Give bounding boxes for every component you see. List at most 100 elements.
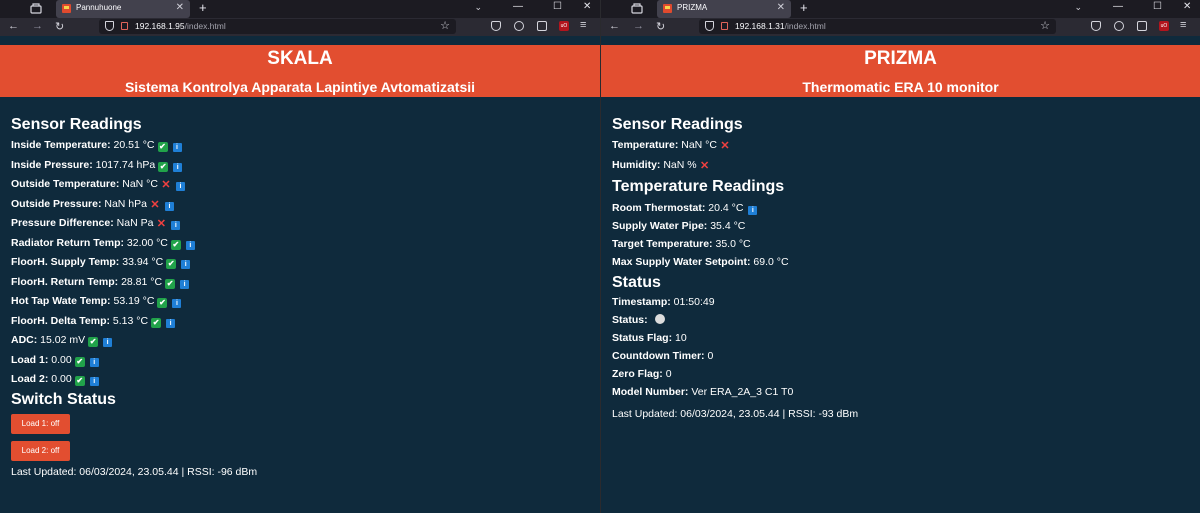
menu-icon[interactable]: ≡ <box>1180 19 1190 31</box>
status-row: Model Number: Ver ERA_2A_3 C1 T0 <box>612 385 793 399</box>
reading-value: 0 <box>707 350 714 362</box>
insecure-lock-icon[interactable] <box>721 22 728 30</box>
pocket-icon[interactable] <box>491 21 501 31</box>
status-row: Countdown Timer: 0 <box>612 349 713 363</box>
close-tab-icon[interactable]: ✕ <box>176 2 184 13</box>
tracking-shield-icon[interactable] <box>105 21 114 31</box>
list-tabs-icon[interactable]: ⌄ <box>1074 2 1082 13</box>
tab-strip: Pannuhuone ✕ + ⌄ — ☐ ✕ <box>0 0 600 18</box>
url-text[interactable]: 192.168.1.95/index.html <box>135 21 226 31</box>
error-x-icon: ✕ <box>156 218 167 230</box>
info-icon[interactable]: i <box>164 201 174 211</box>
load-1-button[interactable]: Load 1: off <box>11 414 70 434</box>
page-title: SKALA <box>267 48 333 69</box>
reading-value: 20.51 °C <box>113 139 155 151</box>
reading-label: Inside Temperature: <box>11 139 111 151</box>
tab-overview-icon[interactable] <box>30 3 42 14</box>
reading-value: 1017.74 hPa <box>95 158 156 171</box>
pocket-icon[interactable] <box>1091 21 1101 31</box>
info-icon[interactable]: i <box>180 279 190 289</box>
back-icon[interactable]: ← <box>8 20 19 32</box>
info-icon[interactable]: i <box>172 143 182 152</box>
switch-status-heading: Switch Status <box>11 391 116 408</box>
favicon-icon <box>62 4 71 13</box>
reading-value: 32.00 °C <box>126 236 168 249</box>
reload-icon[interactable]: ↻ <box>656 20 665 33</box>
check-icon: ✔ <box>88 337 99 347</box>
minimize-icon[interactable]: — <box>1113 1 1123 12</box>
reading-value: 01:50:49 <box>673 296 715 308</box>
tab-prizma[interactable]: PRIZMA ✕ <box>657 0 791 18</box>
account-icon[interactable] <box>1114 21 1124 31</box>
browser-window-left: Pannuhuone ✕ + ⌄ — ☐ ✕ ← → ↻ 192.168.1.9… <box>0 0 600 513</box>
sensor-row: Radiator Return Temp: 32.00 °C ✔ i <box>11 236 195 250</box>
reading-label: Temperature: <box>612 139 679 151</box>
load-2-button[interactable]: Load 2: off <box>11 441 70 461</box>
check-icon: ✔ <box>165 278 176 289</box>
url-bar[interactable]: 192.168.1.95/index.html ☆ <box>99 19 456 34</box>
reading-value: 10 <box>675 332 687 344</box>
close-window-icon[interactable]: ✕ <box>1183 1 1191 12</box>
info-icon[interactable]: i <box>103 338 113 347</box>
reading-value: 35.4 °C <box>710 220 746 232</box>
reload-icon[interactable]: ↻ <box>55 20 64 33</box>
tab-strip: PRIZMA ✕ + ⌄ — ☐ ✕ <box>601 0 1200 18</box>
reading-value: 33.94 °C <box>122 256 164 268</box>
info-icon[interactable]: i <box>173 162 183 172</box>
extensions-icon[interactable] <box>537 21 547 31</box>
forward-icon[interactable]: → <box>633 20 644 32</box>
tracking-shield-icon[interactable] <box>705 21 714 31</box>
reading-value: NaN °C <box>681 139 717 151</box>
temperature-readings-heading: Temperature Readings <box>612 178 785 195</box>
info-icon[interactable]: i <box>171 221 181 230</box>
bookmark-star-icon[interactable]: ☆ <box>440 19 450 32</box>
info-icon[interactable]: i <box>172 299 182 308</box>
info-icon[interactable]: i <box>89 377 99 386</box>
back-icon[interactable]: ← <box>609 20 620 32</box>
info-icon[interactable]: i <box>166 318 176 328</box>
new-tab-icon[interactable]: + <box>800 0 808 15</box>
extensions-icon[interactable] <box>1137 21 1147 31</box>
new-tab-icon[interactable]: + <box>199 0 207 15</box>
maximize-icon[interactable]: ☐ <box>1153 1 1162 12</box>
info-icon[interactable]: i <box>181 260 191 269</box>
reading-label: FloorH. Delta Temp: <box>11 314 110 327</box>
menu-icon[interactable]: ≡ <box>580 19 590 31</box>
info-icon[interactable]: i <box>89 357 99 367</box>
reading-value: 0.00 <box>51 373 72 385</box>
sensor-row: ADC: 15.02 mV ✔ i <box>11 333 113 347</box>
info-icon[interactable]: i <box>175 182 185 191</box>
url-bar[interactable]: 192.168.1.31/index.html ☆ <box>699 19 1056 34</box>
info-icon[interactable]: i <box>185 240 195 250</box>
status-row: Zero Flag: 0 <box>612 367 672 381</box>
page-subtitle: Thermomatic ERA 10 monitor <box>802 79 999 95</box>
page-title: PRIZMA <box>864 48 937 69</box>
insecure-lock-icon[interactable] <box>121 22 128 30</box>
ublock-icon[interactable]: uO <box>1159 21 1169 31</box>
ublock-icon[interactable]: uO <box>559 21 569 31</box>
minimize-icon[interactable]: — <box>513 1 523 12</box>
url-text[interactable]: 192.168.1.31/index.html <box>735 21 826 31</box>
close-tab-icon[interactable]: ✕ <box>777 2 785 13</box>
bookmark-star-icon[interactable]: ☆ <box>1040 19 1050 32</box>
close-window-icon[interactable]: ✕ <box>583 1 591 12</box>
tab-pannuhuone[interactable]: Pannuhuone ✕ <box>56 0 190 18</box>
forward-icon[interactable]: → <box>32 20 43 32</box>
status-heading: Status <box>612 274 661 291</box>
reading-label: Inside Pressure: <box>11 158 93 171</box>
temperature-row: Max Supply Water Setpoint: 69.0 °C <box>612 255 789 269</box>
reading-label: Status: <box>612 314 648 326</box>
error-x-icon: ✕ <box>720 140 730 152</box>
maximize-icon[interactable]: ☐ <box>553 1 562 12</box>
tab-overview-icon[interactable] <box>631 3 643 14</box>
sensor-row: FloorH. Return Temp: 28.81 °C ✔ i <box>11 275 190 289</box>
reading-label: Timestamp: <box>612 296 671 308</box>
reading-value: 35.0 °C <box>715 238 751 250</box>
reading-label: Outside Pressure: <box>11 197 102 210</box>
nav-bar: ← → ↻ 192.168.1.95/index.html ☆ uO ≡ <box>0 18 600 36</box>
reading-label: Model Number: <box>612 386 689 398</box>
reading-value: 53.19 °C <box>113 295 155 307</box>
list-tabs-icon[interactable]: ⌄ <box>474 2 482 13</box>
account-icon[interactable] <box>514 21 524 31</box>
info-icon[interactable]: i <box>748 206 758 215</box>
